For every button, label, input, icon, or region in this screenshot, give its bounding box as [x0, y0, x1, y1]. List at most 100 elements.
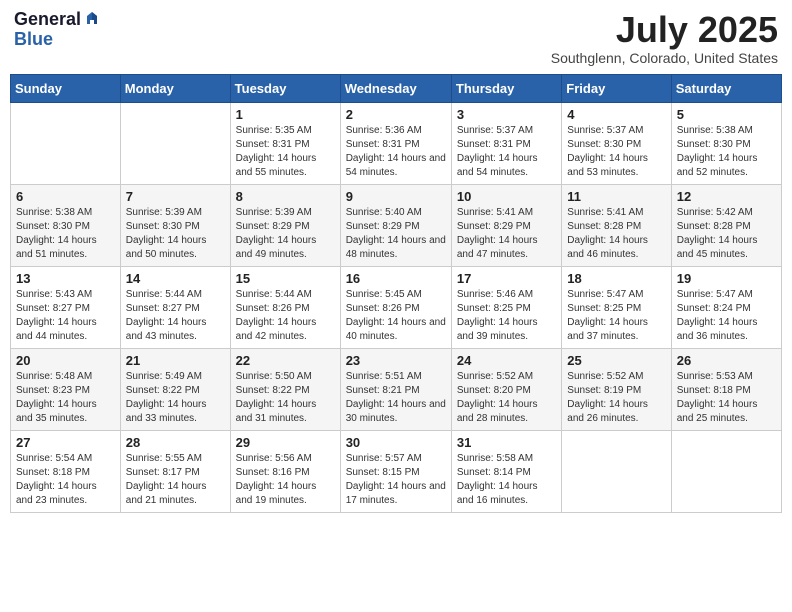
calendar-cell: 20 Sunrise: 5:48 AM Sunset: 8:23 PM Dayli…	[11, 348, 121, 430]
logo-general-text: General	[14, 10, 81, 30]
week-row-1: 1Sunrise: 5:35 AM Sunset: 8:31 PM Daylig…	[11, 102, 782, 184]
day-number: 7	[126, 189, 225, 204]
calendar-cell: 19Sunrise: 5:47 AM Sunset: 8:24 PM Dayli…	[671, 266, 781, 348]
day-info: Sunrise: 5:52 AM Sunset: 8:20 PM Dayligh…	[457, 370, 556, 426]
day-number: 5	[677, 107, 776, 122]
day-info: Sunrise: 5:40 AM Sunset: 8:29 PM Dayligh…	[346, 206, 446, 262]
day-info: Sunrise: 5:49 AM Sunset: 8:22 PM Dayligh…	[126, 370, 225, 426]
calendar-cell: 18 Sunrise: 5:47 AM Sunset: 8:25 PM Dayli…	[562, 266, 671, 348]
week-row-3: 13 Sunrise: 5:43 AM Sunset: 8:27 PM Dayli…	[11, 266, 782, 348]
day-number: 4	[567, 107, 665, 122]
day-info: Sunrise: 5:57 AM Sunset: 8:15 PM Dayligh…	[346, 452, 446, 508]
weekday-header-thursday: Thursday	[451, 74, 561, 102]
day-info: Sunrise: 5:43 AM Sunset: 8:27 PM Dayligh…	[16, 288, 115, 344]
calendar-table: SundayMondayTuesdayWednesdayThursdayFrid…	[10, 74, 782, 513]
calendar-cell: 26 Sunrise: 5:53 AM Sunset: 8:18 PM Dayli…	[671, 348, 781, 430]
day-info: Sunrise: 5:39 AM Sunset: 8:29 PM Dayligh…	[236, 206, 335, 262]
day-info: Sunrise: 5:53 AM Sunset: 8:18 PM Dayligh…	[677, 370, 776, 426]
calendar-cell: 6 Sunrise: 5:38 AM Sunset: 8:30 PM Daylig…	[11, 184, 121, 266]
day-number: 27	[16, 435, 115, 450]
day-number: 1	[236, 107, 335, 122]
weekday-header-tuesday: Tuesday	[230, 74, 340, 102]
calendar-cell: 27Sunrise: 5:54 AM Sunset: 8:18 PM Dayli…	[11, 430, 121, 512]
day-info: Sunrise: 5:52 AM Sunset: 8:19 PM Dayligh…	[567, 370, 665, 426]
calendar-cell: 1Sunrise: 5:35 AM Sunset: 8:31 PM Daylig…	[230, 102, 340, 184]
day-info: Sunrise: 5:55 AM Sunset: 8:17 PM Dayligh…	[126, 452, 225, 508]
day-number: 17	[457, 271, 556, 286]
day-info: Sunrise: 5:44 AM Sunset: 8:27 PM Dayligh…	[126, 288, 225, 344]
title-area: July 2025 Southglenn, Colorado, United S…	[551, 10, 778, 66]
calendar-cell: 8 Sunrise: 5:39 AM Sunset: 8:29 PM Daylig…	[230, 184, 340, 266]
day-number: 20	[16, 353, 115, 368]
day-number: 24	[457, 353, 556, 368]
day-number: 18	[567, 271, 665, 286]
day-info: Sunrise: 5:38 AM Sunset: 8:30 PM Dayligh…	[677, 124, 776, 180]
calendar-cell: 5 Sunrise: 5:38 AM Sunset: 8:30 PM Daylig…	[671, 102, 781, 184]
day-info: Sunrise: 5:38 AM Sunset: 8:30 PM Dayligh…	[16, 206, 115, 262]
calendar-cell	[671, 430, 781, 512]
calendar-cell: 30Sunrise: 5:57 AM Sunset: 8:15 PM Dayli…	[340, 430, 451, 512]
day-number: 14	[126, 271, 225, 286]
day-number: 31	[457, 435, 556, 450]
day-info: Sunrise: 5:46 AM Sunset: 8:25 PM Dayligh…	[457, 288, 556, 344]
logo-blue-text: Blue	[14, 30, 53, 50]
day-number: 3	[457, 107, 556, 122]
day-info: Sunrise: 5:50 AM Sunset: 8:22 PM Dayligh…	[236, 370, 335, 426]
calendar-cell: 9 Sunrise: 5:40 AM Sunset: 8:29 PM Daylig…	[340, 184, 451, 266]
weekday-header-friday: Friday	[562, 74, 671, 102]
calendar-cell: 12Sunrise: 5:42 AM Sunset: 8:28 PM Dayli…	[671, 184, 781, 266]
day-info: Sunrise: 5:48 AM Sunset: 8:23 PM Dayligh…	[16, 370, 115, 426]
day-info: Sunrise: 5:44 AM Sunset: 8:26 PM Dayligh…	[236, 288, 335, 344]
day-info: Sunrise: 5:36 AM Sunset: 8:31 PM Dayligh…	[346, 124, 446, 180]
calendar-cell: 7Sunrise: 5:39 AM Sunset: 8:30 PM Daylig…	[120, 184, 230, 266]
calendar-cell: 11 Sunrise: 5:41 AM Sunset: 8:28 PM Dayli…	[562, 184, 671, 266]
calendar-cell: 13 Sunrise: 5:43 AM Sunset: 8:27 PM Dayli…	[11, 266, 121, 348]
weekday-header-monday: Monday	[120, 74, 230, 102]
day-number: 11	[567, 189, 665, 204]
calendar-cell: 28 Sunrise: 5:55 AM Sunset: 8:17 PM Dayli…	[120, 430, 230, 512]
calendar-cell: 24 Sunrise: 5:52 AM Sunset: 8:20 PM Dayli…	[451, 348, 561, 430]
calendar-cell: 29 Sunrise: 5:56 AM Sunset: 8:16 PM Dayli…	[230, 430, 340, 512]
day-number: 19	[677, 271, 776, 286]
calendar-cell: 4Sunrise: 5:37 AM Sunset: 8:30 PM Daylig…	[562, 102, 671, 184]
day-number: 15	[236, 271, 335, 286]
day-number: 26	[677, 353, 776, 368]
calendar-cell	[562, 430, 671, 512]
day-info: Sunrise: 5:37 AM Sunset: 8:31 PM Dayligh…	[457, 124, 556, 180]
calendar-cell: 22 Sunrise: 5:50 AM Sunset: 8:22 PM Dayli…	[230, 348, 340, 430]
calendar-cell: 2Sunrise: 5:36 AM Sunset: 8:31 PM Daylig…	[340, 102, 451, 184]
day-number: 13	[16, 271, 115, 286]
day-info: Sunrise: 5:47 AM Sunset: 8:25 PM Dayligh…	[567, 288, 665, 344]
day-number: 8	[236, 189, 335, 204]
logo-icon	[83, 10, 101, 28]
location-title: Southglenn, Colorado, United States	[551, 50, 778, 66]
calendar-cell: 23 Sunrise: 5:51 AM Sunset: 8:21 PM Dayli…	[340, 348, 451, 430]
day-info: Sunrise: 5:56 AM Sunset: 8:16 PM Dayligh…	[236, 452, 335, 508]
calendar-cell: 17 Sunrise: 5:46 AM Sunset: 8:25 PM Dayli…	[451, 266, 561, 348]
calendar-cell	[120, 102, 230, 184]
day-number: 29	[236, 435, 335, 450]
day-info: Sunrise: 5:41 AM Sunset: 8:29 PM Dayligh…	[457, 206, 556, 262]
day-number: 6	[16, 189, 115, 204]
month-title: July 2025	[551, 10, 778, 50]
day-number: 9	[346, 189, 446, 204]
day-info: Sunrise: 5:51 AM Sunset: 8:21 PM Dayligh…	[346, 370, 446, 426]
day-number: 28	[126, 435, 225, 450]
page-header: General Blue July 2025 Southglenn, Color…	[10, 10, 782, 66]
day-number: 12	[677, 189, 776, 204]
day-info: Sunrise: 5:41 AM Sunset: 8:28 PM Dayligh…	[567, 206, 665, 262]
calendar-cell: 25 Sunrise: 5:52 AM Sunset: 8:19 PM Dayli…	[562, 348, 671, 430]
day-info: Sunrise: 5:45 AM Sunset: 8:26 PM Dayligh…	[346, 288, 446, 344]
calendar-cell: 21Sunrise: 5:49 AM Sunset: 8:22 PM Dayli…	[120, 348, 230, 430]
day-info: Sunrise: 5:58 AM Sunset: 8:14 PM Dayligh…	[457, 452, 556, 508]
day-number: 25	[567, 353, 665, 368]
calendar-cell: 3 Sunrise: 5:37 AM Sunset: 8:31 PM Daylig…	[451, 102, 561, 184]
day-number: 16	[346, 271, 446, 286]
day-number: 23	[346, 353, 446, 368]
week-row-5: 27Sunrise: 5:54 AM Sunset: 8:18 PM Dayli…	[11, 430, 782, 512]
calendar-cell: 14 Sunrise: 5:44 AM Sunset: 8:27 PM Dayli…	[120, 266, 230, 348]
calendar-cell: 16 Sunrise: 5:45 AM Sunset: 8:26 PM Dayli…	[340, 266, 451, 348]
weekday-header-sunday: Sunday	[11, 74, 121, 102]
day-number: 22	[236, 353, 335, 368]
week-row-2: 6 Sunrise: 5:38 AM Sunset: 8:30 PM Daylig…	[11, 184, 782, 266]
